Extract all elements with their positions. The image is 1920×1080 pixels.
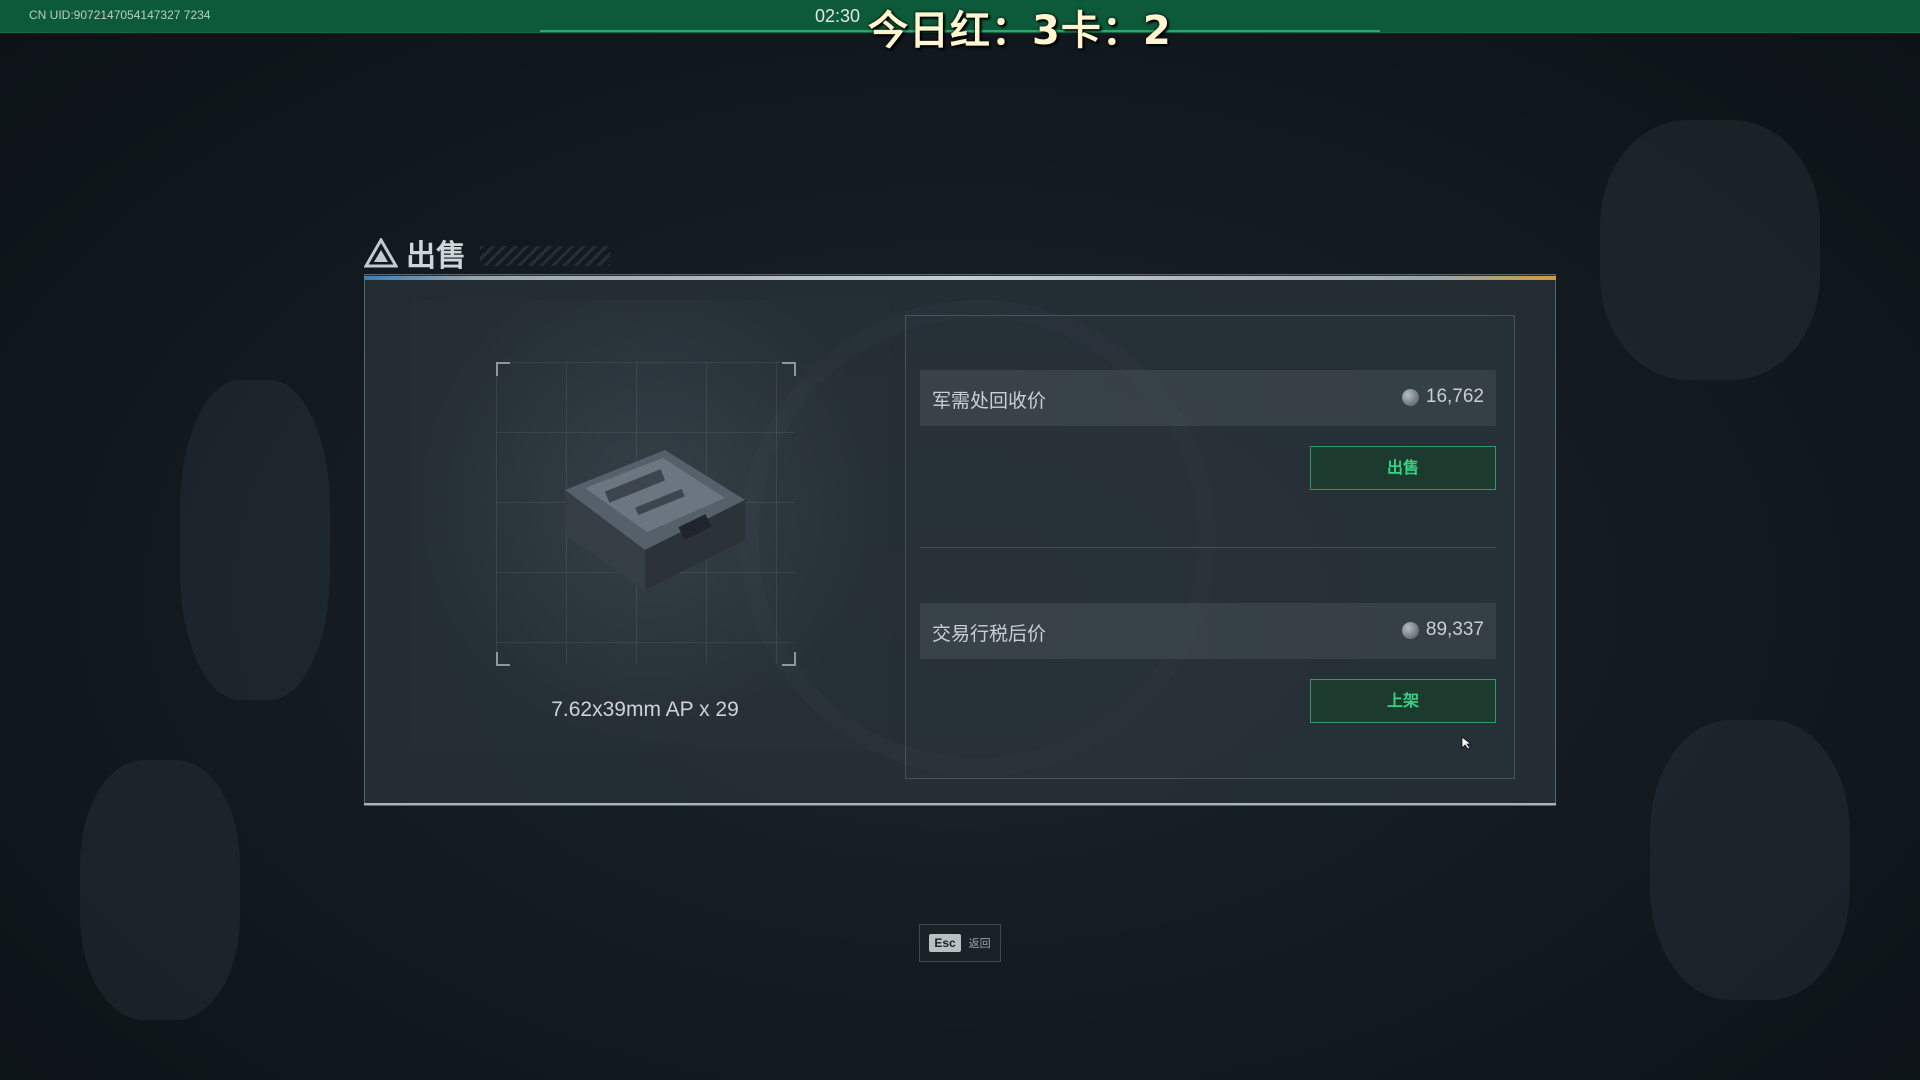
coin-icon [1401, 388, 1419, 406]
background-silhouette [180, 380, 330, 700]
title-stripes [480, 246, 610, 266]
market-price-row: 交易行税后价 89,337 [920, 603, 1496, 659]
back-hint[interactable]: Esc 返回 [919, 924, 1001, 962]
item-name: 7.62x39mm AP x 29 [551, 698, 739, 721]
back-label: 返回 [968, 937, 991, 950]
clock-readout: 02:30 [815, 6, 861, 26]
list-on-market-button[interactable]: 上架 [1310, 679, 1496, 723]
preview-corner [496, 652, 510, 666]
sell-button[interactable]: 出售 [1310, 446, 1496, 490]
preview-corner [782, 652, 796, 666]
mouse-cursor-icon [1461, 736, 1473, 750]
background-silhouette [1650, 720, 1850, 1000]
recycle-price-label: 军需处回收价 [932, 390, 1047, 412]
triangle-logo-icon [364, 238, 398, 268]
preview-corner [496, 362, 510, 376]
dialog-top-accent-line [364, 276, 1556, 280]
esc-key-icon: Esc [929, 934, 961, 952]
ammo-box-icon [565, 450, 745, 590]
market-price-label: 交易行税后价 [932, 623, 1047, 645]
stream-overlay-text: 今日红：3卡：2 [868, 8, 1172, 54]
market-price-value: 89,337 [1401, 619, 1484, 641]
recycle-price-value: 16,762 [1401, 386, 1484, 408]
player-uid: CN UID:9072147054147327 7234 [29, 8, 211, 22]
background-silhouette [1600, 120, 1820, 380]
background-silhouette [80, 760, 240, 1020]
preview-corner [782, 362, 796, 376]
coin-icon [1401, 621, 1419, 639]
dialog-header: 出售 [364, 232, 466, 274]
recycle-price-amount: 16,762 [1425, 386, 1484, 407]
dialog-bottom-line [364, 803, 1556, 805]
market-price-amount: 89,337 [1425, 619, 1484, 640]
recycle-price-row: 军需处回收价 16,762 [920, 370, 1496, 426]
dialog-title: 出售 [406, 239, 466, 274]
section-divider [920, 547, 1496, 548]
